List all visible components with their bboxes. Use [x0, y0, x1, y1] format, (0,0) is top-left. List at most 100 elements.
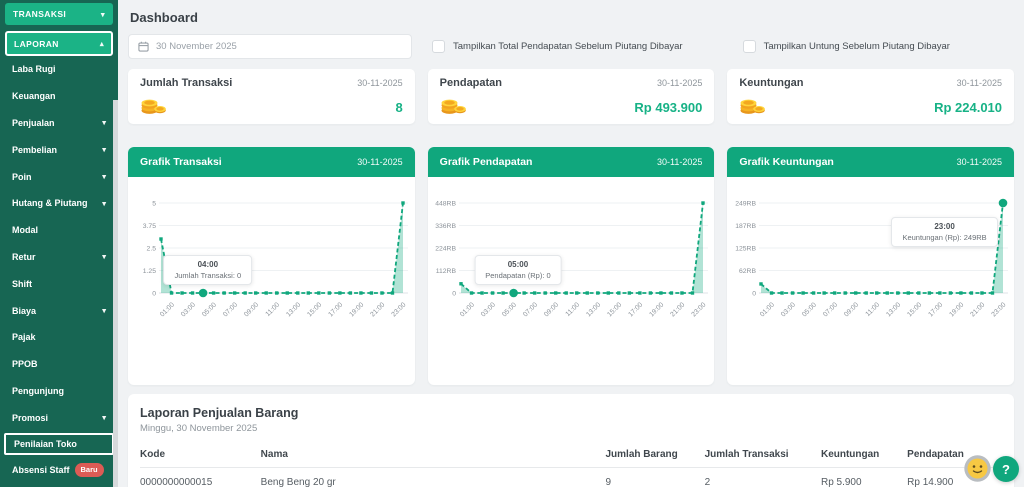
- stat-card-value: 8: [395, 100, 402, 115]
- svg-text:249RB: 249RB: [735, 201, 756, 208]
- chevron-down-icon: ▾: [102, 199, 106, 208]
- sidebar-item-biaya[interactable]: Biaya▾: [0, 297, 118, 324]
- svg-text:13:00: 13:00: [286, 301, 303, 318]
- svg-text:336RB: 336RB: [435, 223, 456, 230]
- column-header-jumlah-transaksi: Jumlah Transaksi: [705, 443, 821, 468]
- chart-date: 30-11-2025: [657, 157, 702, 167]
- sidebar-item-label: Penjualan: [12, 118, 55, 128]
- svg-text:3.75: 3.75: [143, 223, 156, 230]
- coins-icon: [739, 96, 766, 115]
- column-header-kode: Kode: [140, 443, 261, 468]
- svg-text:03:00: 03:00: [480, 301, 497, 318]
- date-picker-input[interactable]: 30 November 2025: [128, 34, 412, 59]
- svg-text:15:00: 15:00: [307, 301, 324, 318]
- table-cell: Rp 5.900: [821, 468, 907, 487]
- sidebar-item-transaksi[interactable]: TRANSAKSI▾: [5, 3, 113, 25]
- sidebar-item-label: Laba Rugi: [12, 64, 56, 74]
- sidebar-item-penjualan[interactable]: Penjualan ▾: [0, 110, 118, 137]
- chevron-down-icon: ▾: [102, 252, 106, 261]
- sales-table: KodeNamaJumlah BarangJumlah TransaksiKeu…: [140, 443, 1002, 487]
- sales-table-body: 0000000000015Beng Beng 20 gr92Rp 5.900Rp…: [140, 468, 1002, 487]
- page-title: Dashboard: [130, 10, 1014, 25]
- stat-card-title: Jumlah Transaksi: [140, 77, 232, 89]
- stat-card-date: 30-11-2025: [957, 78, 1002, 88]
- checkbox[interactable]: [432, 40, 445, 53]
- stat-card-date: 30-11-2025: [657, 78, 702, 88]
- sidebar-item-poin[interactable]: Poin▾: [0, 163, 118, 190]
- new-badge: Baru: [75, 463, 104, 477]
- chart-header-grafik-pendapatan: Grafik Pendapatan 30-11-2025: [428, 147, 715, 177]
- sales-table-header-row: KodeNamaJumlah BarangJumlah TransaksiKeu…: [140, 443, 1002, 468]
- svg-text:05:00: 05:00: [801, 301, 818, 318]
- checkbox-bar: Tampilkan Total Pendapatan Sebelum Piuta…: [412, 40, 950, 53]
- sidebar-item-modal[interactable]: Modal: [0, 217, 118, 244]
- tooltip-text: Pendapatan (Rp): 0: [485, 271, 550, 280]
- stat-card-keuntungan: Keuntungan30-11-2025Rp 224.010: [727, 69, 1014, 124]
- svg-text:07:00: 07:00: [222, 301, 239, 318]
- sidebar-item-label: Keuangan: [12, 91, 56, 101]
- svg-text:03:00: 03:00: [780, 301, 797, 318]
- svg-text:15:00: 15:00: [906, 301, 923, 318]
- checkbox-label: Tampilkan Total Pendapatan Sebelum Piuta…: [453, 41, 683, 52]
- svg-text:2.5: 2.5: [147, 246, 157, 253]
- sidebar-item-penilaian-toko[interactable]: Penilaian Toko: [4, 433, 114, 455]
- svg-text:03:00: 03:00: [180, 301, 197, 318]
- svg-text:09:00: 09:00: [843, 301, 860, 318]
- chevron-down-icon: ▾: [102, 118, 106, 127]
- svg-text:13:00: 13:00: [585, 301, 602, 318]
- svg-text:448RB: 448RB: [435, 201, 456, 208]
- sidebar-item-laporan[interactable]: LAPORAN▴: [5, 31, 113, 56]
- sidebar-item-retur[interactable]: Retur ▾: [0, 244, 118, 271]
- question-mark-icon: ?: [1002, 462, 1010, 477]
- sidebar-item-label: Retur: [12, 252, 36, 262]
- sidebar-item-ppob[interactable]: PPOB: [0, 351, 118, 378]
- sales-report-title: Laporan Penjualan Barang: [140, 406, 1002, 420]
- sidebar-item-laba-rugi[interactable]: Laba Rugi: [0, 56, 118, 83]
- grafik-keuntungan-plot: 249RB187RB125RB62RB001:0003:0005:0007:00…: [731, 189, 1011, 347]
- sidebar-item-pajak[interactable]: Pajak: [0, 324, 118, 351]
- sidebar-scrollbar[interactable]: [113, 100, 118, 487]
- column-header-keuntungan: Keuntungan: [821, 443, 907, 468]
- sidebar-item-hutang-piutang[interactable]: Hutang & Piutang▾: [0, 190, 118, 217]
- chart-title: Grafik Pendapatan: [440, 156, 533, 168]
- sidebar-item-label: Pembelian: [12, 145, 57, 155]
- chevron-up-icon: ▴: [100, 39, 104, 48]
- stat-card-date: 30-11-2025: [357, 78, 402, 88]
- stat-card-pendapatan: Pendapatan30-11-2025Rp 493.900: [428, 69, 715, 124]
- charts-row: Grafik Transaksi30-11-202553.752.51.2500…: [128, 147, 1014, 385]
- chart-body-grafik-keuntungan: 249RB187RB125RB62RB001:0003:0005:0007:00…: [727, 189, 1014, 385]
- table-row: 0000000000015Beng Beng 20 gr92Rp 5.900Rp…: [140, 468, 1002, 487]
- table-cell: 0000000000015: [140, 468, 261, 487]
- checkbox-group-tampilkan-total-pendapatan-seb: Tampilkan Total Pendapatan Sebelum Piuta…: [432, 40, 683, 53]
- sidebar-item-absensi-staff[interactable]: Absensi StaffBaru: [0, 456, 118, 483]
- sidebar-item-keuangan[interactable]: Keuangan: [0, 83, 118, 110]
- smiley-icon: [964, 455, 991, 482]
- svg-text:0: 0: [452, 291, 456, 298]
- column-header-jumlah-barang: Jumlah Barang: [605, 443, 704, 468]
- sidebar-item-pengunjung[interactable]: Pengunjung: [0, 378, 118, 405]
- sidebar-item-label: Poin: [12, 172, 32, 182]
- tooltip-text: Keuntungan (Rp): 249RB: [902, 233, 986, 242]
- help-button[interactable]: ?: [993, 456, 1019, 482]
- feedback-smiley-button[interactable]: [964, 455, 991, 482]
- table-cell: 9: [605, 468, 704, 487]
- sidebar-item-label: Promosi: [12, 413, 48, 423]
- main-content: Dashboard 30 November 2025 Tampilkan Tot…: [118, 0, 1024, 487]
- checkbox[interactable]: [743, 40, 756, 53]
- svg-text:05:00: 05:00: [201, 301, 218, 318]
- svg-text:01:00: 01:00: [159, 301, 176, 318]
- calendar-icon: [138, 41, 149, 52]
- sidebar-item-label: Penilaian Toko: [14, 439, 77, 449]
- stat-cards-row: Jumlah Transaksi 30-11-2025 8 Pendapatan30-…: [128, 69, 1014, 124]
- sidebar-item-promosi[interactable]: Promosi▾: [0, 404, 118, 431]
- chart-header-grafik-transaksi: Grafik Transaksi30-11-2025: [128, 147, 415, 177]
- svg-text:19:00: 19:00: [349, 301, 366, 318]
- sidebar-item-shift[interactable]: Shift: [0, 270, 118, 297]
- svg-text:11:00: 11:00: [265, 301, 282, 318]
- grafik-transaksi-tooltip: 04:00Jumlah Transaksi: 0: [163, 255, 252, 285]
- sidebar: TRANSAKSI▾ LAPORAN▴ Laba Rugi Keuangan Penju…: [0, 0, 118, 487]
- svg-text:01:00: 01:00: [459, 301, 476, 318]
- table-cell: Beng Beng 20 gr: [261, 468, 606, 487]
- sidebar-item-pembelian[interactable]: Pembelian▾: [0, 136, 118, 163]
- chevron-down-icon: ▾: [102, 306, 106, 315]
